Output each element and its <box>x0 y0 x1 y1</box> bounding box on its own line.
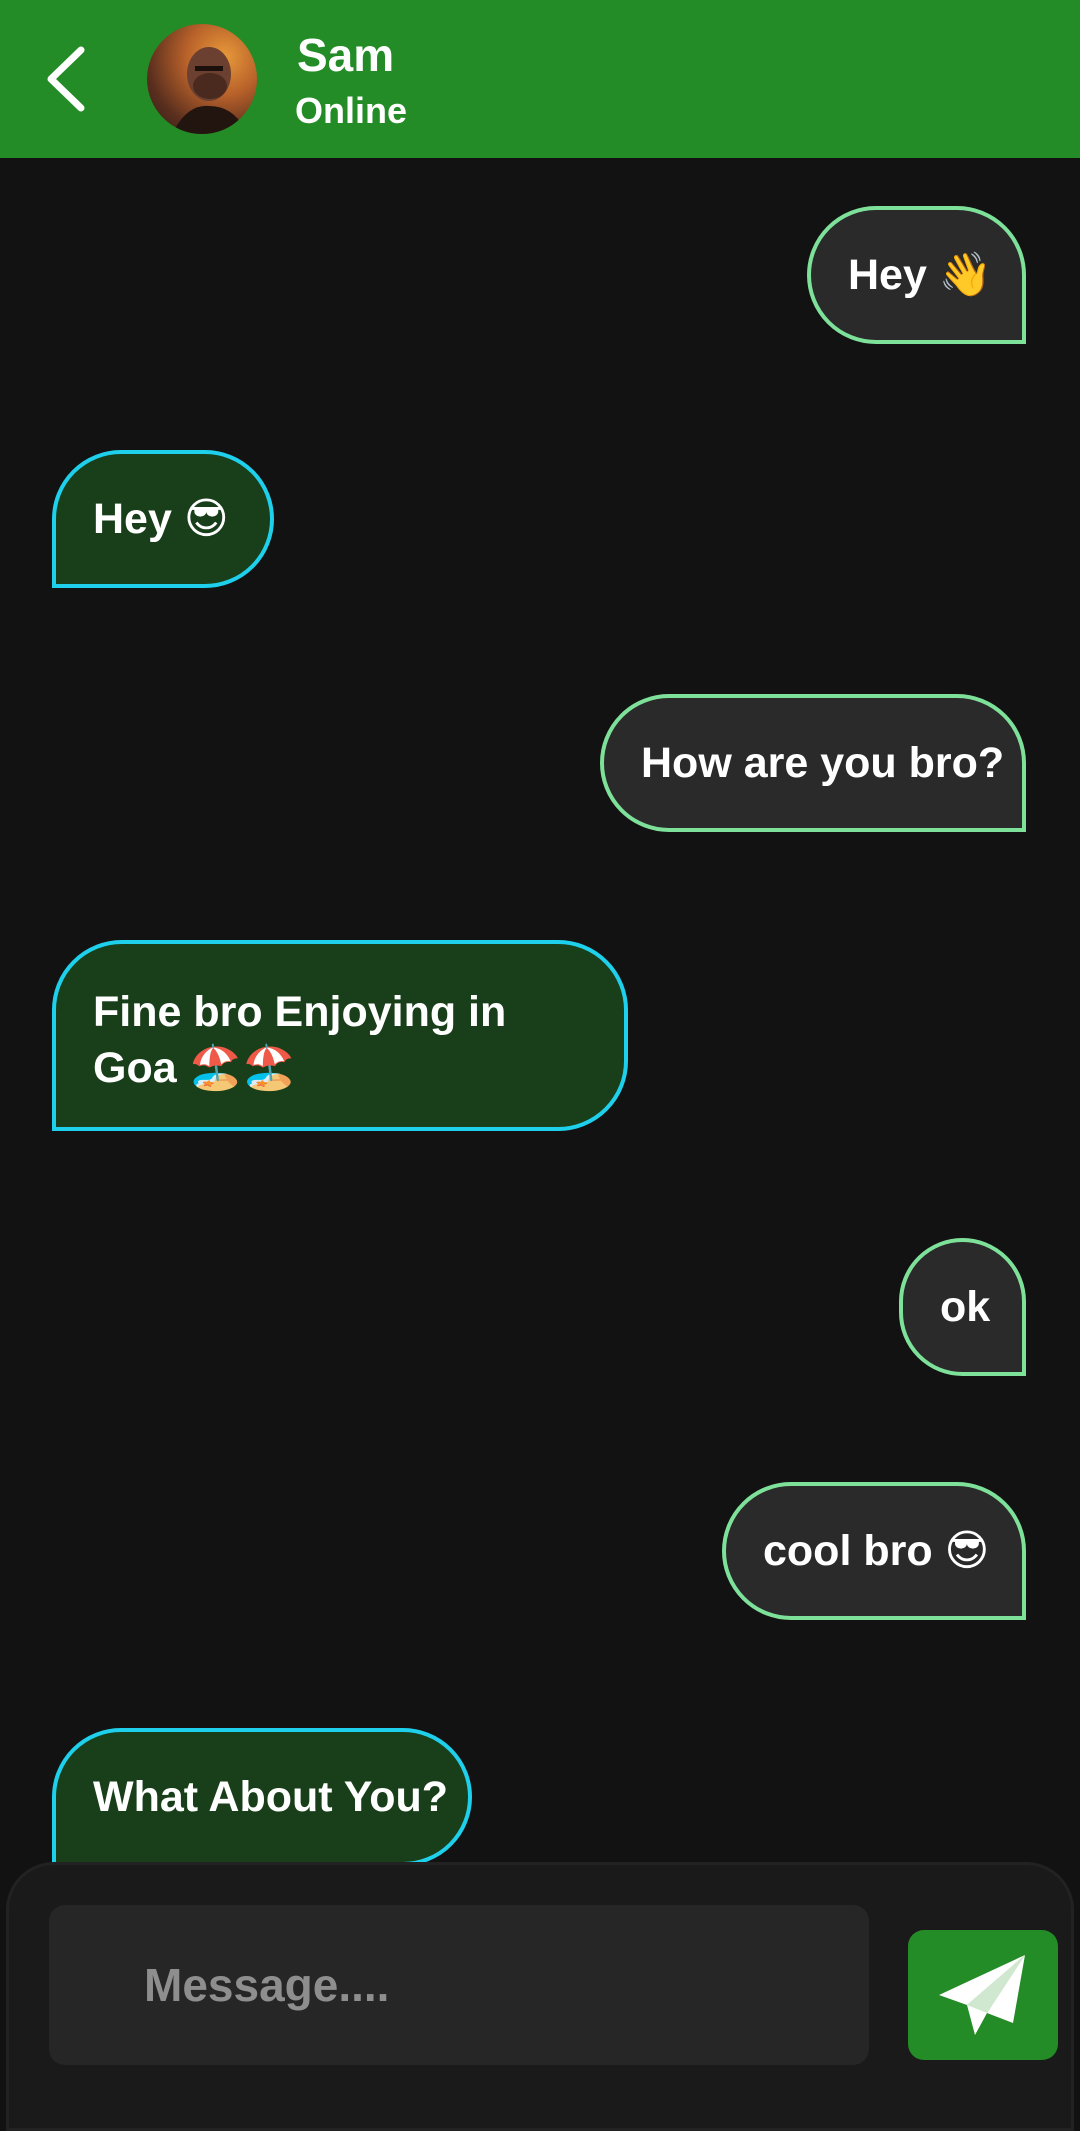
message-text: ok <box>940 1283 991 1331</box>
message-bubble-received[interactable]: Fine bro Enjoying in Goa 🏖️🏖️ <box>52 940 628 1131</box>
contact-name: Sam <box>297 29 395 81</box>
back-button[interactable] <box>30 34 100 124</box>
paper-plane-icon <box>939 1955 1025 2035</box>
message-text: How are you bro? <box>641 739 1005 787</box>
message-bubble-sent[interactable]: ok <box>899 1238 1026 1376</box>
contact-status: Online <box>295 90 408 131</box>
message-text: Hey 👋 <box>848 251 993 299</box>
message-text: What About You? <box>93 1773 449 1821</box>
chat-header: Sam Online <box>0 0 1080 158</box>
avatar-image <box>172 47 247 134</box>
message-bubble-sent[interactable]: cool bro 😎 <box>722 1482 1026 1620</box>
message-composer <box>6 1862 1074 2131</box>
chevron-left-icon <box>47 46 85 112</box>
send-button[interactable] <box>908 1930 1058 2060</box>
message-text: Hey 😎 <box>93 495 229 543</box>
message-bubble-sent[interactable]: Hey 👋 <box>807 206 1026 344</box>
message-input[interactable] <box>49 1905 869 2065</box>
avatar[interactable] <box>147 24 257 134</box>
message-list[interactable]: Hey 👋 Hey 😎 How are you bro? Fine bro En… <box>0 158 1080 1864</box>
message-text: cool bro 😎 <box>763 1527 990 1575</box>
message-bubble-received[interactable]: What About You? <box>52 1728 472 1864</box>
message-bubble-sent[interactable]: How are you bro? <box>600 694 1026 832</box>
message-text: Fine bro Enjoying in Goa 🏖️🏖️ <box>93 988 507 1092</box>
message-bubble-received[interactable]: Hey 😎 <box>52 450 274 588</box>
